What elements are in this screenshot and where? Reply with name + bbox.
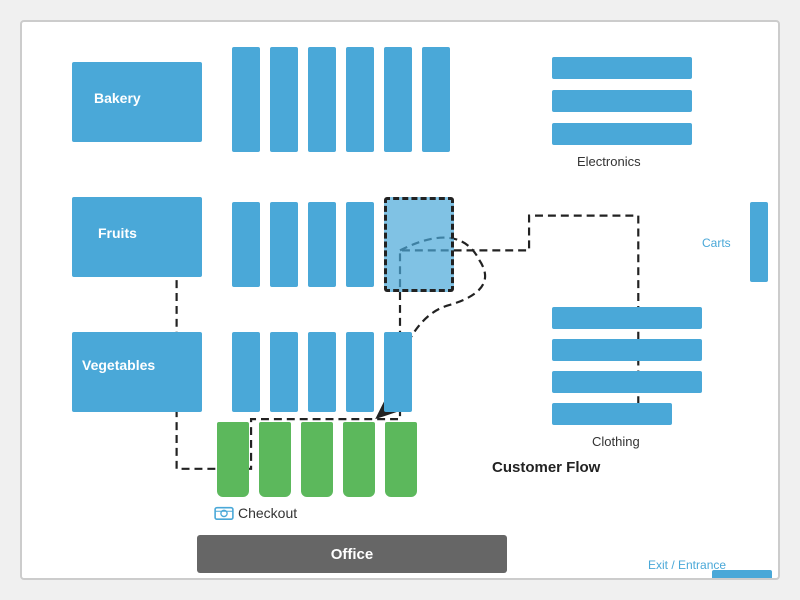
office-label: Office [331,546,374,563]
carts-block [750,202,768,282]
mid-shelf-4 [346,202,374,287]
mid-shelf-2 [270,202,298,287]
carts-label: Carts [702,236,731,250]
fruits-shelf: Fruits [72,197,202,277]
checkout-label-text: Checkout [238,505,297,521]
lower-shelf-3 [308,332,336,412]
mid-shelf-1 [232,202,260,287]
top-shelf-4 [346,47,374,152]
highlighted-shelf [384,197,454,292]
vegetables-shelf: Vegetables [72,332,202,412]
electronics-shelf-1 [552,57,692,79]
office-bar: Office [197,535,507,573]
clothing-shelf-1 [552,307,702,329]
lower-shelf-4 [346,332,374,412]
store-map: Bakery Electronics Carts Fruits Vegetabl… [20,20,780,580]
top-shelf-2 [270,47,298,152]
top-shelf-3 [308,47,336,152]
lower-shelf-5 [384,332,412,412]
electronics-label: Electronics [577,154,641,169]
fruits-label: Fruits [98,225,228,241]
clothing-label: Clothing [592,434,640,449]
bakery-label: Bakery [94,90,224,106]
checkout-lane-1 [217,422,249,497]
entrance-bar [712,570,772,580]
clothing-shelf-4 [552,403,672,425]
clothing-shelf-3 [552,371,702,393]
top-shelf-1 [232,47,260,152]
lower-shelf-1 [232,332,260,412]
clothing-shelf-2 [552,339,702,361]
top-shelf-5 [384,47,412,152]
checkout-lane-5 [385,422,417,497]
top-shelf-6 [422,47,450,152]
checkout-lane-2 [259,422,291,497]
customer-flow-label: Customer Flow [492,459,600,476]
checkout-lane-4 [343,422,375,497]
checkout-lane-3 [301,422,333,497]
electronics-shelf-3 [552,123,692,145]
checkout-icon [214,505,234,521]
mid-shelf-3 [308,202,336,287]
checkout-area: Checkout [214,505,297,521]
vegetables-label: Vegetables [82,357,212,373]
lower-shelf-2 [270,332,298,412]
bakery-shelf: Bakery [72,62,202,142]
electronics-shelf-2 [552,90,692,112]
